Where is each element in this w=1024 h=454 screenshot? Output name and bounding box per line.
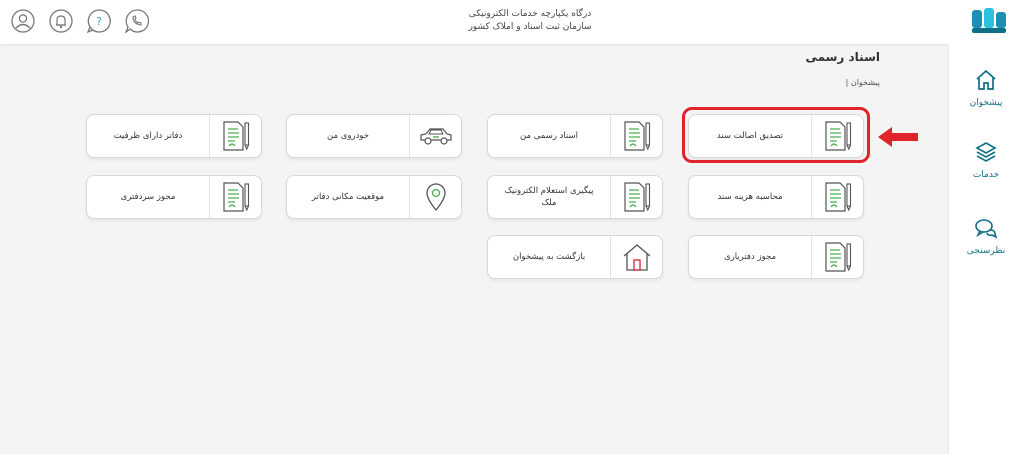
card-label: مجوز سردفتری bbox=[120, 192, 176, 202]
site-title: درگاه یکپارچه خدمات الکترونیکی سازمان ثب… bbox=[380, 8, 680, 34]
card-property-inquiry[interactable]: پیگیری استعلام الکترونیک ملک bbox=[487, 175, 663, 219]
sidebar: پیشخوان خدمات نظرسنجی bbox=[948, 44, 1024, 454]
card-my-car[interactable]: خودروی من bbox=[286, 114, 462, 158]
car-icon bbox=[409, 115, 461, 157]
sidebar-item-label: خدمات bbox=[972, 170, 1000, 180]
card-label: پیگیری استعلام الکترونیک ملک bbox=[504, 186, 594, 208]
sidebar-item-survey[interactable]: نظرسنجی bbox=[948, 216, 1024, 256]
document-icon bbox=[610, 176, 662, 218]
sabt-logo[interactable] bbox=[970, 6, 1010, 36]
card-offices-with-capacity[interactable]: دفاتر دارای ظرفیت bbox=[86, 114, 262, 158]
help-icon[interactable]: ? bbox=[86, 8, 112, 34]
sidebar-item-label: پیشخوان bbox=[969, 98, 1003, 108]
user-icon[interactable] bbox=[10, 8, 36, 34]
bell-icon[interactable] bbox=[48, 8, 74, 34]
layers-icon bbox=[974, 142, 998, 168]
sidebar-item-dashboard[interactable]: پیشخوان bbox=[948, 68, 1024, 108]
card-label: دفاتر دارای ظرفیت bbox=[113, 131, 183, 141]
card-label: مجوز دفتریاری bbox=[723, 252, 777, 262]
card-document-cost[interactable]: محاسبه هزینه سند bbox=[688, 175, 864, 219]
card-label: خودروی من bbox=[326, 131, 370, 141]
card-back-to-dashboard[interactable]: بازگشت به پیشخوان bbox=[487, 235, 663, 279]
sidebar-item-label: نظرسنجی bbox=[966, 246, 1006, 256]
sidebar-item-services[interactable]: خدمات bbox=[948, 140, 1024, 180]
document-icon bbox=[811, 236, 863, 278]
site-title-line2: سازمان ثبت اسناد و املاک کشور bbox=[468, 22, 592, 32]
card-notary-license[interactable]: مجوز سردفتری bbox=[86, 175, 262, 219]
arrow-left-icon bbox=[876, 126, 920, 152]
document-icon bbox=[209, 115, 261, 157]
location-pin-icon bbox=[409, 176, 461, 218]
chat-icon bbox=[974, 219, 998, 244]
card-label: اسناد رسمی من bbox=[519, 131, 579, 141]
document-icon bbox=[610, 115, 662, 157]
card-label: محاسبه هزینه سند bbox=[717, 192, 783, 202]
top-icons: ? bbox=[10, 8, 150, 34]
document-icon bbox=[811, 176, 863, 218]
house-icon bbox=[610, 236, 662, 278]
card-my-official-documents[interactable]: اسناد رسمی من bbox=[487, 114, 663, 158]
card-label: بازگشت به پیشخوان bbox=[512, 252, 586, 262]
card-office-locations[interactable]: موقعیت مکانی دفاتر bbox=[286, 175, 462, 219]
card-label: موقعیت مکانی دفاتر bbox=[311, 192, 385, 202]
site-title-line1: درگاه یکپارچه خدمات الکترونیکی bbox=[468, 9, 592, 19]
page-title: اسناد رسمی bbox=[805, 50, 880, 64]
whatsapp-icon[interactable] bbox=[124, 8, 150, 34]
home-icon bbox=[974, 69, 998, 96]
top-bar: ? درگاه یکپارچه خدمات الکترونیکی سازمان … bbox=[0, 0, 1024, 44]
card-office-assistant-license[interactable]: مجوز دفتریاری bbox=[688, 235, 864, 279]
help-symbol: ? bbox=[96, 15, 102, 28]
document-icon bbox=[209, 176, 261, 218]
highlight-frame bbox=[682, 107, 870, 163]
breadcrumb[interactable]: پیشخوان | bbox=[846, 78, 880, 87]
